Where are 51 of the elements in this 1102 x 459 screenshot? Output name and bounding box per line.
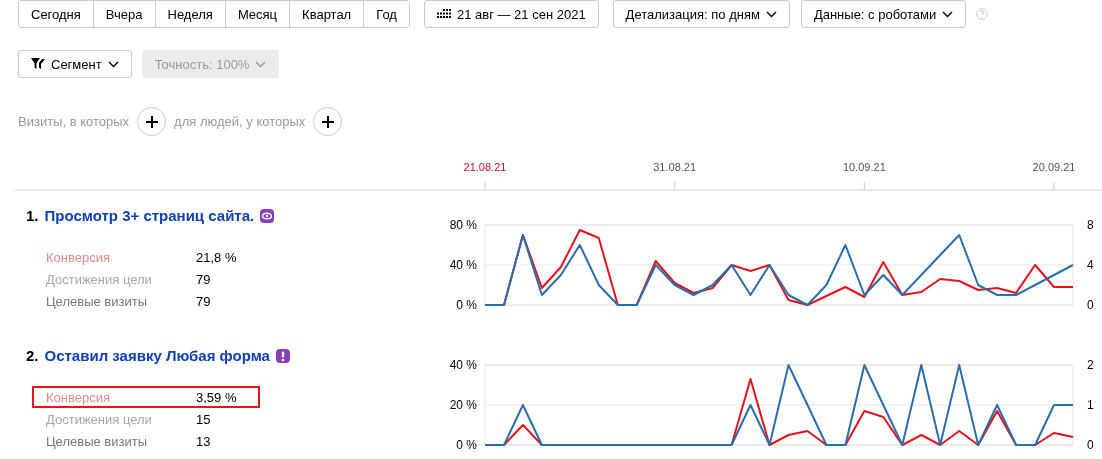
axis-label: 0 % xyxy=(456,438,477,452)
caret-icon xyxy=(942,10,954,18)
plus-icon xyxy=(145,115,158,128)
add-button[interactable] xyxy=(137,107,167,136)
metric-label: Конверсия xyxy=(46,249,111,265)
condition-label: для людей, у которых xyxy=(174,114,306,129)
filter-icon xyxy=(31,58,45,70)
eye-icon[interactable] xyxy=(260,208,275,223)
goal-number: 1. xyxy=(26,207,39,224)
period-tab[interactable]: Год xyxy=(363,1,409,27)
axis-label: 0 xyxy=(1087,298,1094,312)
axis-label: 80 % xyxy=(449,218,477,232)
metric-label: Целевые визиты xyxy=(46,433,148,449)
detail-dropdown[interactable]: Детализация: по дням xyxy=(612,0,790,28)
segment-button[interactable]: Сегмент xyxy=(18,50,132,78)
axis-label: 40 % xyxy=(449,258,477,272)
goal-title-link[interactable]: Просмотр 3+ страниц сайта. xyxy=(44,207,255,224)
condition-label: Визиты, в которых xyxy=(18,114,130,129)
metric-value: 3,59 % xyxy=(196,389,237,405)
date-label: 21.08.21 xyxy=(463,161,507,173)
metric-label: Целевые визиты xyxy=(46,293,148,309)
metric-value: 79 xyxy=(196,293,211,309)
axis-label: 20 % xyxy=(449,398,477,412)
date-range-button[interactable]: 21 авг — 21 сен 2021 xyxy=(423,0,599,28)
metric-label: Достижения цели xyxy=(46,411,153,427)
metric-label: Достижения цели xyxy=(46,271,153,287)
plus-icon xyxy=(321,115,334,128)
axis-label: 0 % xyxy=(456,298,477,312)
caret-icon xyxy=(765,10,777,18)
metric-value: 21,8 % xyxy=(196,249,237,265)
date-label: 31.08.21 xyxy=(653,161,697,173)
axis-label: 8 xyxy=(1087,218,1094,232)
metric-label: Конверсия xyxy=(46,389,111,405)
alert-icon[interactable] xyxy=(275,348,290,363)
data-dropdown[interactable]: Данные: с роботами xyxy=(800,0,967,28)
metric-value: 79 xyxy=(196,271,211,287)
axis-label: 4 xyxy=(1087,258,1094,272)
goal-number: 2. xyxy=(26,347,39,364)
add-button[interactable] xyxy=(313,107,343,136)
date-label: 10.09.21 xyxy=(842,161,886,173)
goal-title-link[interactable]: Оставил заявку Любая форма xyxy=(44,347,270,364)
axis-label: 1 xyxy=(1087,398,1094,412)
metric-value: 13 xyxy=(196,433,211,449)
metric-value: 15 xyxy=(196,411,211,427)
caret-icon xyxy=(107,60,119,68)
axis-label: 0 xyxy=(1087,438,1094,452)
calendar-icon xyxy=(436,9,451,19)
caret-icon xyxy=(255,60,267,68)
date-label: 20.09.21 xyxy=(1032,161,1076,173)
axis-label: 40 % xyxy=(449,358,477,372)
axis-label: 2 xyxy=(1087,358,1094,372)
